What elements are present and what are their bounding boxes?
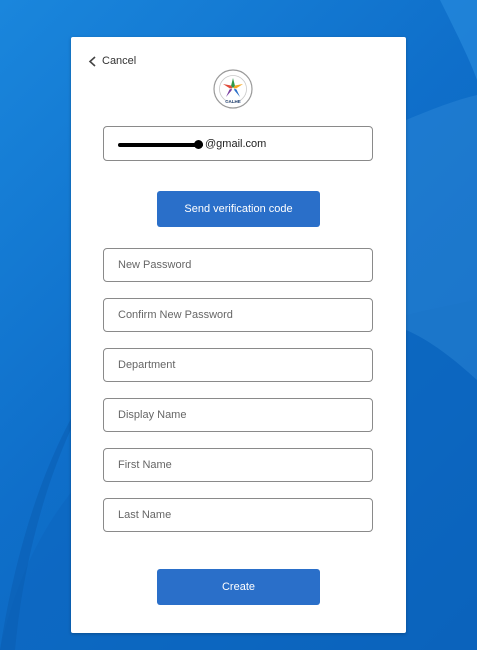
organization-logo: CALHE <box>213 69 253 109</box>
first-name-field-box <box>103 448 373 482</box>
display-name-input[interactable] <box>118 409 358 421</box>
confirm-password-input[interactable] <box>118 309 358 321</box>
cancel-label: Cancel <box>102 55 137 67</box>
cancel-link[interactable]: Cancel <box>88 55 136 67</box>
new-password-field-box <box>103 248 373 282</box>
create-button[interactable]: Create <box>157 569 320 605</box>
department-input[interactable] <box>118 359 358 371</box>
email-redaction-dot <box>194 140 203 149</box>
confirm-password-field-box <box>103 298 373 332</box>
send-verification-code-button[interactable]: Send verification code <box>157 191 320 227</box>
first-name-input[interactable] <box>118 459 358 471</box>
department-field-box <box>103 348 373 382</box>
last-name-input[interactable] <box>118 509 358 521</box>
display-name-field-box <box>103 398 373 432</box>
email-redaction-mark <box>118 143 203 147</box>
logo-text: CALHE <box>225 99 241 104</box>
last-name-field-box <box>103 498 373 532</box>
chevron-left-icon <box>88 55 96 67</box>
new-password-input[interactable] <box>118 259 358 271</box>
signup-card: Cancel CALHE @gmail.com Send verificatio… <box>71 37 406 633</box>
email-field[interactable]: @gmail.com <box>103 126 373 161</box>
email-domain-text: @gmail.com <box>205 138 267 150</box>
